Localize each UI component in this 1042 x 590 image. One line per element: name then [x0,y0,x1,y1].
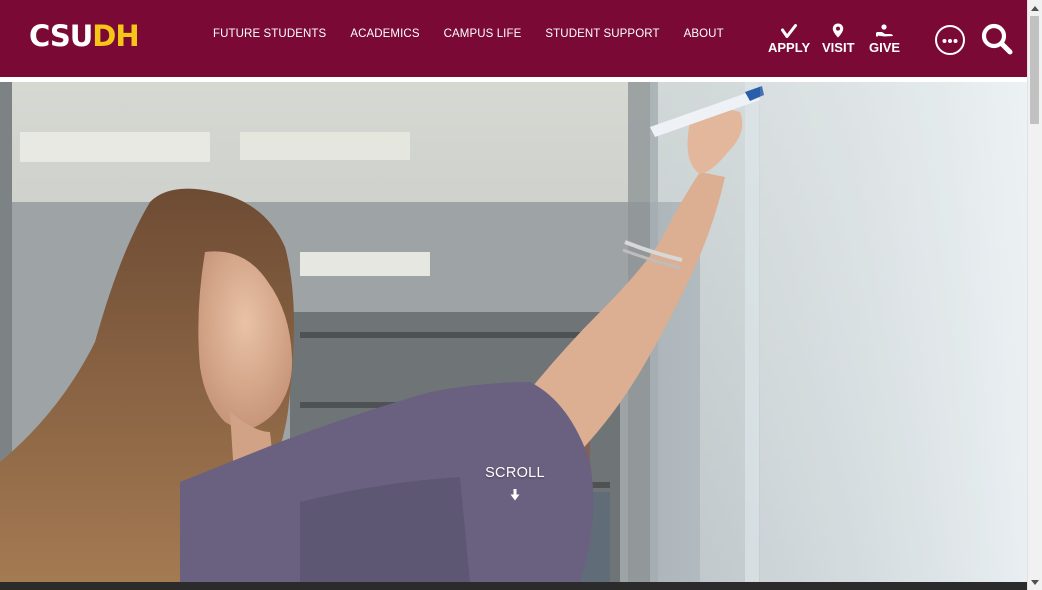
hero-image [0,82,1027,582]
apply-label: APPLY [768,40,811,55]
main-nav: FUTURE STUDENTS ACADEMICS CAMPUS LIFE ST… [201,26,736,42]
visit-button[interactable]: VISIT [822,20,855,56]
map-pin-icon [832,20,844,38]
checkmark-icon [781,20,798,38]
logo-csu-text: CSU [29,19,93,53]
csudh-logo[interactable]: CSUDH [29,19,140,53]
site-header: CSUDH FUTURE STUDENTS ACADEMICS CAMPUS L… [0,0,1027,77]
nav-academics[interactable]: ACADEMICS [338,26,431,42]
search-button[interactable] [980,22,1014,56]
page-footer-edge [0,582,1027,590]
vertical-scrollbar[interactable] [1027,0,1042,590]
scroll-indicator[interactable]: SCROLL [475,464,555,501]
page: CSUDH FUTURE STUDENTS ACADEMICS CAMPUS L… [0,0,1042,590]
giving-hand-icon [875,20,894,38]
apply-button[interactable]: APPLY [768,20,810,56]
more-button[interactable] [935,25,965,55]
search-icon [980,23,1014,60]
scrollbar-thumb[interactable] [1030,16,1039,124]
more-dots-icon [942,31,958,49]
scroll-up-arrow-icon[interactable] [1028,1,1042,15]
give-button[interactable]: GIVE [869,20,900,56]
give-label: GIVE [869,40,901,55]
arrow-down-icon [475,489,555,501]
nav-campus-life[interactable]: CAMPUS LIFE [432,26,534,42]
visit-label: VISIT [822,40,855,55]
hero-banner: SCROLL [0,82,1027,582]
nav-about[interactable]: ABOUT [672,26,736,42]
nav-student-support[interactable]: STUDENT SUPPORT [533,26,671,42]
scroll-label: SCROLL [485,465,545,481]
nav-future-students[interactable]: FUTURE STUDENTS [201,26,338,42]
logo-dh-text: DH [92,19,139,53]
scroll-down-arrow-icon[interactable] [1028,575,1042,589]
